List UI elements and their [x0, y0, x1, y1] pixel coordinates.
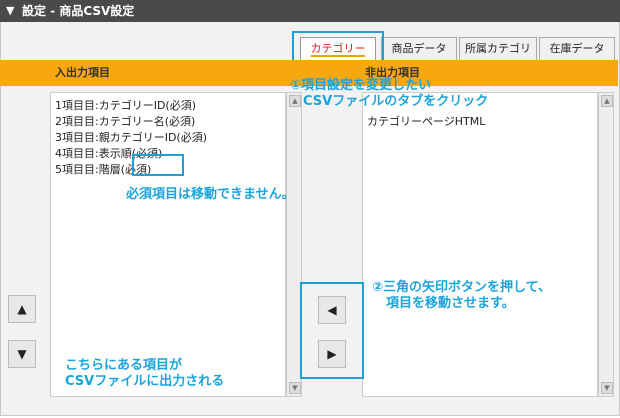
required-highlight-box [132, 154, 184, 176]
tab-label: 商品データ [391, 42, 447, 55]
tab-product-data[interactable]: 商品データ [381, 37, 457, 60]
list-item[interactable]: カテゴリーページHTML [367, 113, 485, 129]
output-note-line2: CSVファイルに出力される [65, 374, 225, 389]
arrow-buttons-highlight-box [300, 282, 364, 379]
tab-label: 所属カテゴリ [465, 42, 531, 55]
output-note-line1: こちらにある項目が [65, 358, 183, 373]
required-items-note: 必須項目は移動できません。 [126, 187, 295, 202]
scroll-down-icon[interactable]: ▼ [601, 382, 613, 394]
tab-instruction-line2: CSVファイルのタブをクリック [303, 94, 489, 109]
list-item[interactable]: 1項目目:カテゴリーID(必須) [55, 97, 196, 113]
non-output-list-scrollbar[interactable]: ▲ ▼ [598, 92, 614, 397]
collapse-triangle-icon[interactable]: ▼ [6, 0, 14, 22]
title-bar: ▼ 設定 - 商品CSV設定 [0, 0, 620, 22]
arrow-instruction-line2: 項目を移動させます。 [386, 296, 515, 311]
list-item[interactable]: 3項目目:親カテゴリーID(必須) [55, 129, 207, 145]
scroll-up-icon[interactable]: ▲ [289, 95, 301, 107]
scroll-up-icon[interactable]: ▲ [601, 95, 613, 107]
arrow-instruction-line1: ②三角の矢印ボタンを押して、 [372, 280, 551, 295]
tab-label: 在庫データ [549, 42, 605, 55]
page-title: 設定 - 商品CSV設定 [22, 4, 135, 18]
scroll-down-icon[interactable]: ▼ [289, 382, 301, 394]
list-item[interactable]: 2項目目:カテゴリー名(必須) [55, 113, 195, 129]
move-up-button[interactable]: ▲ [8, 295, 36, 323]
output-items-list[interactable]: 1項目目:カテゴリーID(必須) 2項目目:カテゴリー名(必須) 3項目目:親カ… [50, 92, 286, 397]
non-output-items-list[interactable]: カテゴリーページHTML [362, 92, 598, 397]
tab-affiliated-category[interactable]: 所属カテゴリ [459, 37, 537, 60]
move-down-button[interactable]: ▼ [8, 340, 36, 368]
io-items-header: 入出力項目 [55, 66, 110, 79]
tab-stock-data[interactable]: 在庫データ [539, 37, 615, 60]
tab-instruction-line1: ①項目設定を変更したい [290, 78, 432, 93]
